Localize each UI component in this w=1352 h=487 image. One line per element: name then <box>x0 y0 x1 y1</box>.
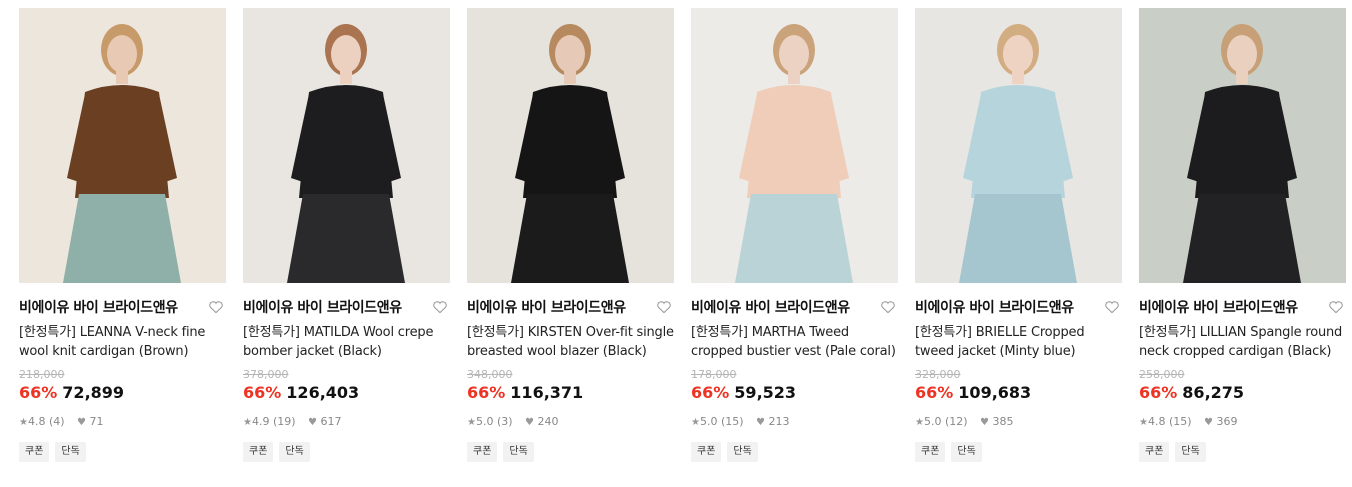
sale-price: 109,683 <box>958 383 1032 402</box>
like-count: 385 <box>992 415 1014 428</box>
heart-filled-icon: ♥ <box>308 417 318 428</box>
rating: 5.0 (15) <box>699 415 744 428</box>
brand-name[interactable]: 비에이유 바이 브라이드앤유 <box>467 298 674 318</box>
product-card[interactable]: 비에이유 바이 브라이드앤유 [한정특가] MARTHA Tweed cropp… <box>691 8 898 462</box>
discount-rate: 66% <box>1139 383 1178 402</box>
brand-name[interactable]: 비에이유 바이 브라이드앤유 <box>1139 298 1346 318</box>
sale-price: 59,523 <box>734 383 797 402</box>
coupon-badge[interactable]: 쿠폰 <box>19 442 50 462</box>
heart-icon[interactable] <box>656 299 672 315</box>
discount-rate: 66% <box>915 383 954 402</box>
original-price: 378,000 <box>243 368 289 381</box>
product-card[interactable]: 비에이유 바이 브라이드앤유 [한정특가] MATILDA Wool crepe… <box>243 8 450 462</box>
discount-rate: 66% <box>243 383 282 402</box>
like-count: 240 <box>537 415 559 428</box>
heart-filled-icon: ♥ <box>980 417 990 428</box>
product-image[interactable] <box>691 8 898 283</box>
original-price: 218,000 <box>19 368 65 381</box>
exclusive-badge[interactable]: 단독 <box>279 442 310 462</box>
product-title[interactable]: [한정특가] MATILDA Wool crepe bomber jacket … <box>243 323 450 361</box>
sale-price: 126,403 <box>286 383 360 402</box>
product-image[interactable] <box>243 8 450 283</box>
rating: 4.8 (4) <box>27 415 65 428</box>
heart-icon[interactable] <box>1104 299 1120 315</box>
star-icon: ★ <box>467 417 476 428</box>
brand-name[interactable]: 비에이유 바이 브라이드앤유 <box>243 298 450 318</box>
exclusive-badge[interactable]: 단독 <box>503 442 534 462</box>
like-count: 213 <box>768 415 790 428</box>
exclusive-badge[interactable]: 단독 <box>727 442 758 462</box>
brand-name[interactable]: 비에이유 바이 브라이드앤유 <box>19 298 226 318</box>
product-card[interactable]: 비에이유 바이 브라이드앤유 [한정특가] KIRSTEN Over-fit s… <box>467 8 674 462</box>
product-grid: 비에이유 바이 브라이드앤유 [한정특가] LEANNA V-neck fine… <box>0 0 1352 487</box>
star-icon: ★ <box>691 417 700 428</box>
heart-filled-icon: ♥ <box>756 417 766 428</box>
discount-rate: 66% <box>467 383 506 402</box>
rating: 4.8 (15) <box>1147 415 1192 428</box>
product-image[interactable] <box>1139 8 1346 283</box>
sale-price: 72,899 <box>62 383 125 402</box>
product-title[interactable]: [한정특가] LEANNA V-neck fine wool knit card… <box>19 323 226 361</box>
product-image[interactable] <box>467 8 674 283</box>
coupon-badge[interactable]: 쿠폰 <box>691 442 722 462</box>
like-count: 71 <box>89 415 104 428</box>
original-price: 348,000 <box>467 368 513 381</box>
exclusive-badge[interactable]: 단독 <box>1175 442 1206 462</box>
star-icon: ★ <box>243 417 252 428</box>
heart-icon[interactable] <box>208 299 224 315</box>
product-title[interactable]: [한정특가] LILLIAN Spangle round neck croppe… <box>1139 323 1346 361</box>
like-count: 617 <box>320 415 342 428</box>
brand-name[interactable]: 비에이유 바이 브라이드앤유 <box>691 298 898 318</box>
product-card[interactable]: 비에이유 바이 브라이드앤유 [한정특가] BRIELLE Cropped tw… <box>915 8 1122 462</box>
coupon-badge[interactable]: 쿠폰 <box>467 442 498 462</box>
coupon-badge[interactable]: 쿠폰 <box>243 442 274 462</box>
heart-icon[interactable] <box>1328 299 1344 315</box>
product-title[interactable]: [한정특가] MARTHA Tweed cropped bustier vest… <box>691 323 898 361</box>
discount-rate: 66% <box>19 383 58 402</box>
heart-filled-icon: ♥ <box>525 417 535 428</box>
star-icon: ★ <box>19 417 28 428</box>
brand-name[interactable]: 비에이유 바이 브라이드앤유 <box>915 298 1122 318</box>
original-price: 258,000 <box>1139 368 1185 381</box>
heart-icon[interactable] <box>432 299 448 315</box>
rating: 4.9 (19) <box>251 415 296 428</box>
coupon-badge[interactable]: 쿠폰 <box>1139 442 1170 462</box>
star-icon: ★ <box>915 417 924 428</box>
rating: 5.0 (12) <box>923 415 968 428</box>
star-icon: ★ <box>1139 417 1148 428</box>
original-price: 178,000 <box>691 368 737 381</box>
product-card[interactable]: 비에이유 바이 브라이드앤유 [한정특가] LEANNA V-neck fine… <box>19 8 226 462</box>
product-image[interactable] <box>19 8 226 283</box>
discount-rate: 66% <box>691 383 730 402</box>
sale-price: 116,371 <box>510 383 584 402</box>
like-count: 369 <box>1216 415 1238 428</box>
exclusive-badge[interactable]: 단독 <box>951 442 982 462</box>
original-price: 328,000 <box>915 368 961 381</box>
sale-price: 86,275 <box>1182 383 1245 402</box>
product-card[interactable]: 비에이유 바이 브라이드앤유 [한정특가] LILLIAN Spangle ro… <box>1139 8 1346 462</box>
exclusive-badge[interactable]: 단독 <box>55 442 86 462</box>
heart-filled-icon: ♥ <box>1204 417 1214 428</box>
rating: 5.0 (3) <box>475 415 513 428</box>
product-title[interactable]: [한정특가] KIRSTEN Over-fit single breasted … <box>467 323 674 361</box>
heart-filled-icon: ♥ <box>77 417 87 428</box>
coupon-badge[interactable]: 쿠폰 <box>915 442 946 462</box>
product-image[interactable] <box>915 8 1122 283</box>
product-title[interactable]: [한정특가] BRIELLE Cropped tweed jacket (Min… <box>915 323 1122 361</box>
heart-icon[interactable] <box>880 299 896 315</box>
